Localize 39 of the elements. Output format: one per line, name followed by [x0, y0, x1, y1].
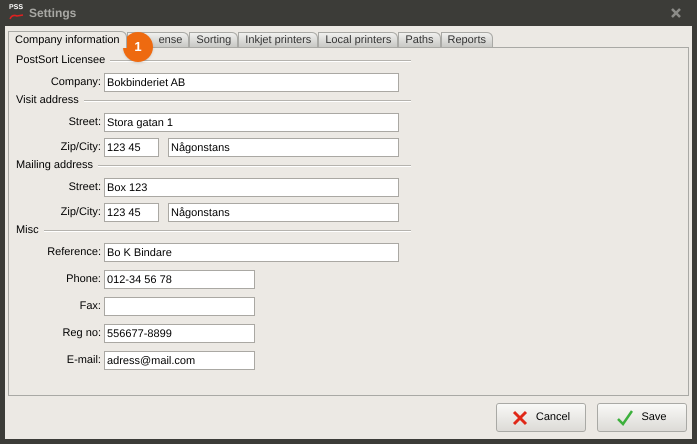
tab[interactable]: Company information	[8, 31, 127, 48]
input-field[interactable]: Stora gatan 1	[104, 113, 399, 132]
field-label: Zip/City:	[60, 205, 102, 220]
field-label: Reference:	[46, 245, 102, 260]
input-field[interactable]: Bokbinderiet AB	[104, 73, 399, 92]
tab[interactable]: Sorting	[189, 32, 238, 47]
tab[interactable]: Local printers	[318, 32, 398, 47]
field-label: Reg no:	[61, 326, 102, 342]
group-title: PostSort Licensee	[16, 53, 106, 68]
field-label: Phone:	[65, 272, 102, 288]
tab[interactable]: Inkjet printers	[238, 32, 318, 47]
cancel-button[interactable]: Cancel	[496, 403, 586, 432]
input-field[interactable]: 012-34 56 78	[104, 270, 255, 289]
tab[interactable]: ense	[156, 32, 190, 47]
group-title: Misc	[16, 223, 39, 238]
input-field[interactable]: Box 123	[104, 178, 399, 197]
group-title: Mailing address	[16, 158, 94, 174]
input-field[interactable]: 556677-8899	[104, 324, 255, 343]
input-field[interactable]: Någonstans	[168, 203, 399, 222]
input-field[interactable]: 123 45	[104, 138, 159, 157]
input-field[interactable]: adress@mail.com	[104, 351, 255, 370]
field-label: Street:	[68, 180, 102, 196]
field-label: E-mail:	[66, 353, 102, 368]
save-button[interactable]: Save	[597, 403, 687, 432]
field-label: Street:	[68, 115, 102, 130]
tab[interactable]: Paths	[398, 32, 440, 47]
tab[interactable]: Reports	[440, 32, 494, 47]
window-title: Settings	[29, 5, 76, 22]
field-label: Fax:	[78, 299, 102, 314]
group-title: Visit address	[16, 93, 79, 108]
close-icon[interactable]	[670, 6, 684, 20]
input-field[interactable]	[104, 297, 255, 316]
checkmark-icon	[617, 410, 634, 426]
cross-icon	[512, 410, 528, 426]
input-field[interactable]: Bo K Bindare	[104, 243, 399, 262]
field-label: Company:	[50, 75, 102, 90]
field-label: Zip/City:	[60, 140, 102, 156]
input-field[interactable]: 123 45	[104, 203, 159, 222]
input-field[interactable]: Någonstans	[168, 138, 399, 157]
